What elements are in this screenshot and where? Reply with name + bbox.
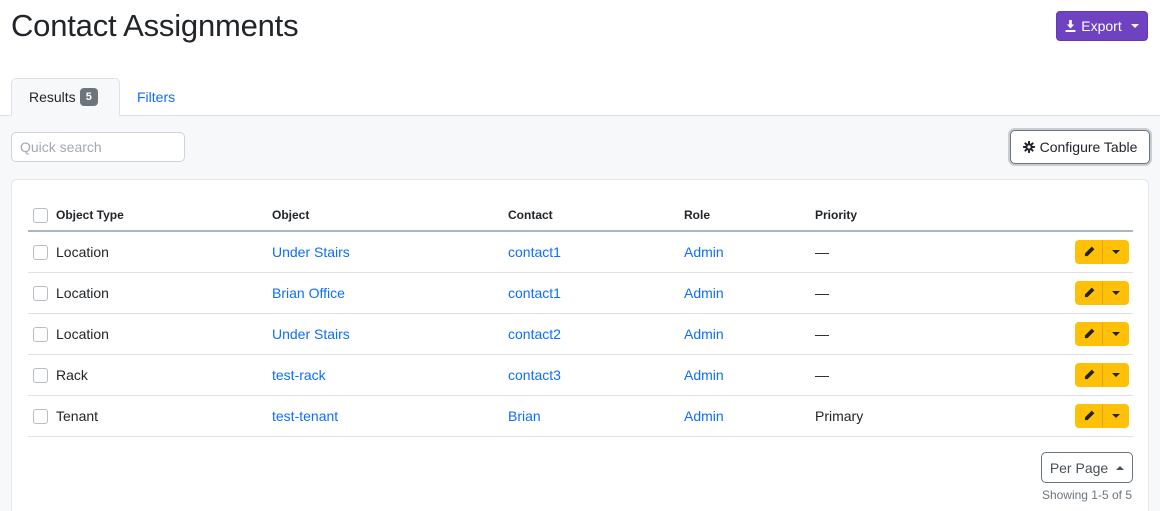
row-actions-dropdown[interactable] <box>1103 239 1129 264</box>
edit-button[interactable] <box>1075 362 1103 387</box>
column-header-object-type[interactable]: Object Type <box>56 200 272 231</box>
chevron-up-icon <box>1116 465 1125 470</box>
priority-cell: — <box>815 284 829 301</box>
edit-button[interactable] <box>1075 403 1103 428</box>
chevron-down-icon <box>1130 24 1139 28</box>
row-actions-dropdown[interactable] <box>1103 280 1129 305</box>
chevron-down-icon <box>1112 290 1120 295</box>
chevron-down-icon <box>1112 249 1120 254</box>
object-link[interactable]: test-rack <box>272 367 326 383</box>
select-all-checkbox[interactable] <box>33 207 48 223</box>
edit-button[interactable] <box>1075 280 1103 305</box>
pencil-icon <box>1084 287 1094 298</box>
role-link[interactable]: Admin <box>684 367 724 383</box>
column-header-priority[interactable]: Priority <box>815 200 1015 231</box>
configure-table-label: Configure Table <box>1039 139 1138 155</box>
gear-icon <box>1022 141 1035 153</box>
object-type-cell: Location <box>56 243 109 260</box>
row-actions-dropdown[interactable] <box>1103 362 1129 387</box>
row-actions-dropdown[interactable] <box>1103 321 1129 346</box>
row-checkbox[interactable] <box>33 285 48 301</box>
tab-results-label: Results <box>29 89 76 105</box>
role-link[interactable]: Admin <box>684 326 724 342</box>
priority-cell: — <box>815 325 829 342</box>
row-actions <box>1075 362 1129 387</box>
results-card: Object Type Object Contact Role Priority… <box>11 179 1149 511</box>
table-row: Location Under Stairs contact2 Admin — <box>28 313 1133 354</box>
configure-table-button[interactable]: Configure Table <box>1010 130 1150 164</box>
quick-search-input[interactable] <box>11 132 185 162</box>
tab-filters[interactable]: Filters <box>137 78 175 116</box>
chevron-down-icon <box>1112 331 1120 336</box>
tab-filters-label: Filters <box>137 89 176 105</box>
tab-results[interactable]: Results 5 <box>11 78 120 116</box>
pagination-summary: Showing 1-5 of 5 <box>1041 488 1132 502</box>
row-actions <box>1075 239 1129 264</box>
row-actions-dropdown[interactable] <box>1103 403 1129 428</box>
page-title: Contact Assignments <box>11 8 299 43</box>
table-row: Rack test-rack contact3 Admin — <box>28 354 1133 395</box>
priority-cell: Primary <box>815 407 864 424</box>
row-actions <box>1075 321 1129 346</box>
edit-button[interactable] <box>1075 321 1103 346</box>
contact-link[interactable]: contact2 <box>508 326 561 342</box>
table-row: Tenant test-tenant Brian Admin Primary <box>28 395 1133 436</box>
row-checkbox[interactable] <box>33 408 48 424</box>
export-label: Export <box>1081 18 1122 34</box>
contact-link[interactable]: Brian <box>508 408 541 424</box>
tab-bar: Results 5 Filters <box>0 78 1160 116</box>
edit-button[interactable] <box>1075 239 1103 264</box>
table-header-row: Object Type Object Contact Role Priority <box>28 200 1133 231</box>
priority-cell: — <box>815 243 829 260</box>
table-row: Location Under Stairs contact1 Admin — <box>28 231 1133 272</box>
row-actions <box>1075 280 1129 305</box>
object-link[interactable]: Under Stairs <box>272 244 350 260</box>
pencil-icon <box>1084 328 1094 339</box>
assignments-table: Object Type Object Contact Role Priority… <box>28 200 1133 437</box>
pencil-icon <box>1084 246 1094 257</box>
contact-link[interactable]: contact3 <box>508 367 561 383</box>
pencil-icon <box>1084 410 1094 421</box>
results-count-badge: 5 <box>79 88 98 106</box>
row-actions <box>1075 403 1129 428</box>
pencil-icon <box>1084 369 1094 380</box>
role-link[interactable]: Admin <box>684 285 724 301</box>
priority-cell: — <box>815 366 829 383</box>
row-checkbox[interactable] <box>33 245 48 261</box>
object-type-cell: Rack <box>56 366 88 383</box>
contact-link[interactable]: contact1 <box>508 244 561 260</box>
column-header-object[interactable]: Object <box>272 200 508 231</box>
role-link[interactable]: Admin <box>684 244 724 260</box>
chevron-down-icon <box>1112 413 1120 418</box>
role-link[interactable]: Admin <box>684 408 724 424</box>
per-page-label: Per Page <box>1049 459 1109 476</box>
contact-link[interactable]: contact1 <box>508 285 561 301</box>
per-page-dropdown[interactable]: Per Page <box>1041 452 1133 483</box>
column-header-contact[interactable]: Contact <box>508 200 684 231</box>
object-type-cell: Location <box>56 325 109 342</box>
chevron-down-icon <box>1112 372 1120 377</box>
results-panel: Configure Table Object Type Object Conta… <box>0 116 1160 511</box>
export-button[interactable]: Export <box>1056 11 1148 41</box>
object-link[interactable]: Under Stairs <box>272 326 350 342</box>
row-checkbox[interactable] <box>33 326 48 342</box>
object-link[interactable]: Brian Office <box>272 285 345 301</box>
column-header-role[interactable]: Role <box>684 200 815 231</box>
download-icon <box>1065 20 1076 32</box>
object-link[interactable]: test-tenant <box>272 408 338 424</box>
table-row: Location Brian Office contact1 Admin — <box>28 272 1133 313</box>
object-type-cell: Location <box>56 284 109 301</box>
row-checkbox[interactable] <box>33 367 48 383</box>
object-type-cell: Tenant <box>56 407 99 424</box>
